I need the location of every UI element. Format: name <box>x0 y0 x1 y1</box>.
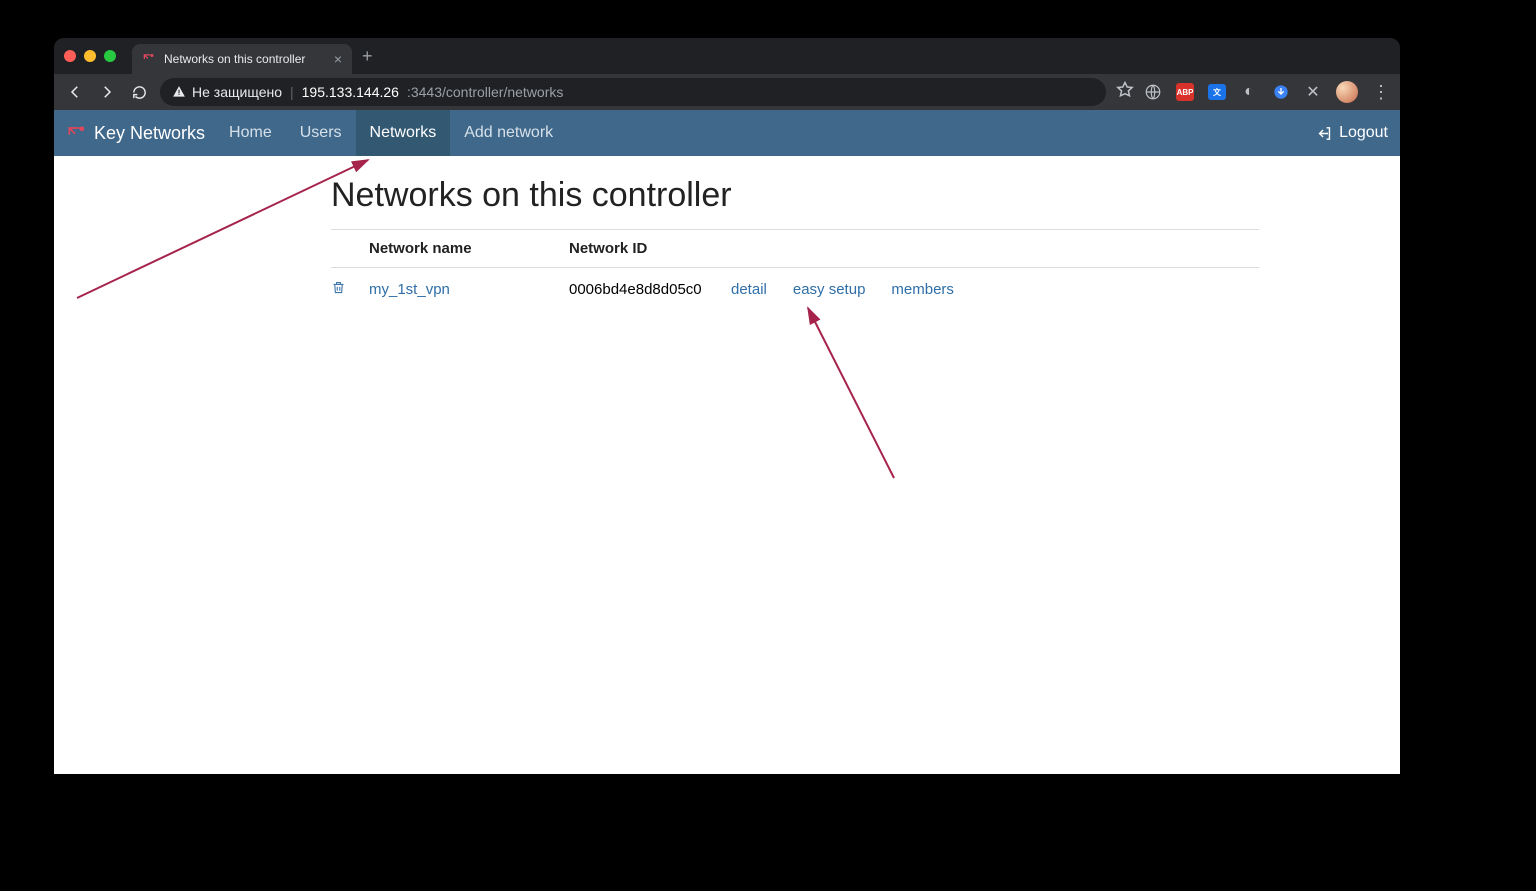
url-path: :3443/controller/networks <box>407 84 563 100</box>
extension-icons: ABP 文 ◐ ✕ ⋮ <box>1144 81 1390 103</box>
nav-home[interactable]: Home <box>215 110 286 156</box>
table-header: Network name Network ID <box>331 229 1259 268</box>
delete-icon[interactable] <box>331 282 346 299</box>
translate-icon[interactable]: 文 <box>1208 84 1226 100</box>
browser-menu-button[interactable]: ⋮ <box>1372 82 1390 103</box>
content: Networks on this controller Network name… <box>195 176 1259 311</box>
page: Networks on this controller Network name… <box>54 156 1400 774</box>
forward-button[interactable] <box>96 81 118 103</box>
header-network-name: Network name <box>369 240 569 257</box>
tab-close-icon[interactable]: × <box>334 51 342 67</box>
tab-title: Networks on this controller <box>164 52 305 66</box>
globe-icon[interactable] <box>1144 83 1162 101</box>
reload-button[interactable] <box>128 81 150 103</box>
download-icon[interactable] <box>1272 83 1290 101</box>
brand[interactable]: Key Networks <box>66 123 205 144</box>
detail-link[interactable]: detail <box>731 281 767 298</box>
header-network-id: Network ID <box>569 240 731 257</box>
security-label: Не защищено <box>192 84 282 100</box>
favicon-icon <box>142 52 156 66</box>
new-tab-button[interactable]: + <box>362 46 373 67</box>
browser-window: Networks on this controller × + Не защищ… <box>54 38 1400 774</box>
logout-label: Logout <box>1339 124 1388 142</box>
logout-link[interactable]: Logout <box>1316 124 1388 142</box>
separator: | <box>290 84 294 100</box>
extension-icon-2[interactable]: ✕ <box>1304 83 1322 101</box>
browser-toolbar: Не защищено | 195.133.144.26 :3443/contro… <box>54 74 1400 110</box>
networks-table: Network name Network ID my_1st_vpn 0006b… <box>331 229 1259 311</box>
nav-links: Home Users Networks Add network <box>215 110 567 156</box>
maximize-window-icon[interactable] <box>104 50 116 62</box>
brand-name: Key Networks <box>94 123 205 144</box>
app-navbar: Key Networks Home Users Networks Add net… <box>54 110 1400 156</box>
bookmark-star-icon[interactable] <box>1116 81 1134 104</box>
profile-avatar[interactable] <box>1336 81 1358 103</box>
extension-icon[interactable]: ◐ <box>1240 83 1258 101</box>
window-controls <box>64 50 116 62</box>
network-id: 0006bd4e8d8d05c0 <box>569 281 731 298</box>
nav-add-network[interactable]: Add network <box>450 110 567 156</box>
nav-networks[interactable]: Networks <box>356 110 451 156</box>
close-window-icon[interactable] <box>64 50 76 62</box>
tab-strip: Networks on this controller × + <box>54 38 1400 74</box>
browser-tab[interactable]: Networks on this controller × <box>132 44 352 74</box>
back-button[interactable] <box>64 81 86 103</box>
address-bar[interactable]: Не защищено | 195.133.144.26 :3443/contro… <box>160 78 1106 106</box>
not-secure-warning[interactable]: Не защищено <box>172 84 282 100</box>
network-name-link[interactable]: my_1st_vpn <box>369 281 450 298</box>
adblock-icon[interactable]: ABP <box>1176 83 1194 101</box>
page-title: Networks on this controller <box>331 176 1259 215</box>
minimize-window-icon[interactable] <box>84 50 96 62</box>
table-row: my_1st_vpn 0006bd4e8d8d05c0 detail easy … <box>331 268 1259 311</box>
members-link[interactable]: members <box>891 281 954 298</box>
easy-setup-link[interactable]: easy setup <box>793 281 866 298</box>
url-host: 195.133.144.26 <box>302 84 399 100</box>
nav-users[interactable]: Users <box>286 110 356 156</box>
